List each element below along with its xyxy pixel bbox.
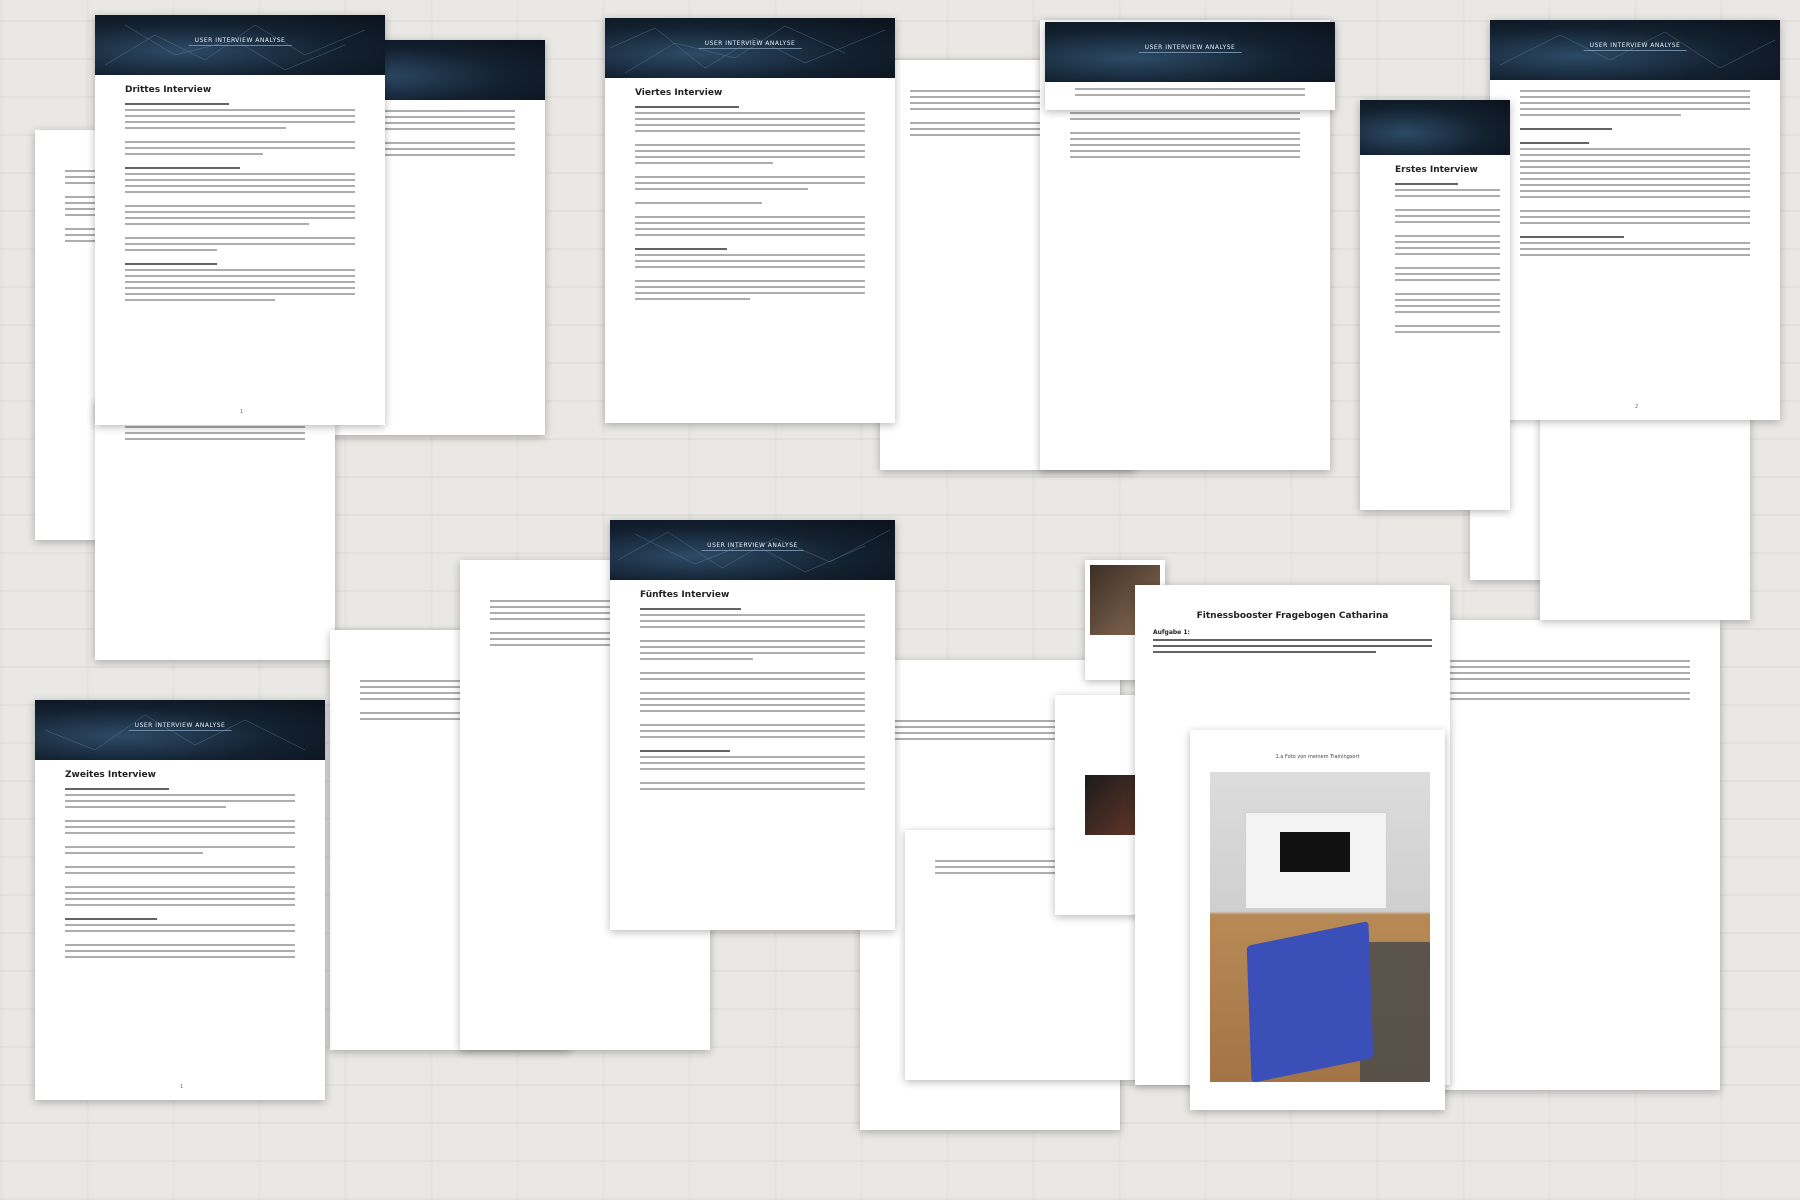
training-room-photo [1210,772,1430,1082]
task-label: Aufgabe 1: [1153,629,1190,636]
interview-banner: USER INTERVIEW ANALYSE [610,520,895,580]
document-title: Erstes Interview [1395,165,1478,175]
document-title: Zweites Interview [65,770,156,780]
tv-screen [1280,832,1350,872]
questionnaire-title: Fitnessbooster Fragebogen Catharina [1196,611,1389,621]
page-number: 1 [240,409,244,415]
interview-page-drittes: USER INTERVIEW ANALYSE Drittes Interview… [95,15,385,425]
interview-banner: USER INTERVIEW ANALYSE [1490,20,1780,80]
background-page [95,400,335,660]
document-title: Fünftes Interview [640,590,730,600]
interview-page-zweites: USER INTERVIEW ANALYSE Zweites Interview… [35,700,325,1100]
yoga-mat [1246,921,1374,1082]
interview-page-right: USER INTERVIEW ANALYSE 2 [1490,20,1780,420]
interview-banner: USER INTERVIEW ANALYSE [95,15,385,75]
banner-label: USER INTERVIEW ANALYSE [1138,44,1242,53]
interview-page-right: USER INTERVIEW ANALYSE [1045,22,1335,110]
interview-banner: USER INTERVIEW ANALYSE [1045,22,1335,82]
page-number: 1 [180,1084,184,1090]
page-number: 2 [1635,404,1639,410]
interview-banner: USER INTERVIEW ANALYSE [35,700,325,760]
interview-page-fuenftes: USER INTERVIEW ANALYSE Fünftes Interview [610,520,895,930]
photo-caption: 1.a Foto von meinem Trainingsort [1275,754,1360,760]
interview-page-erstes: Erstes Interview [1360,100,1510,510]
document-title: Drittes Interview [125,85,212,95]
interview-banner [1360,100,1510,155]
interview-page-viertes: USER INTERVIEW ANALYSE Viertes Interview [605,18,895,423]
photo-page: 1.a Foto von meinem Trainingsort [1190,730,1445,1110]
banner-label: USER INTERVIEW ANALYSE [698,40,802,49]
interview-banner: USER INTERVIEW ANALYSE [605,18,895,78]
banner-label: USER INTERVIEW ANALYSE [128,722,232,731]
banner-label: USER INTERVIEW ANALYSE [188,37,292,46]
banner-label: USER INTERVIEW ANALYSE [701,542,804,551]
document-title: Viertes Interview [635,88,723,98]
banner-label: USER INTERVIEW ANALYSE [1583,42,1687,51]
